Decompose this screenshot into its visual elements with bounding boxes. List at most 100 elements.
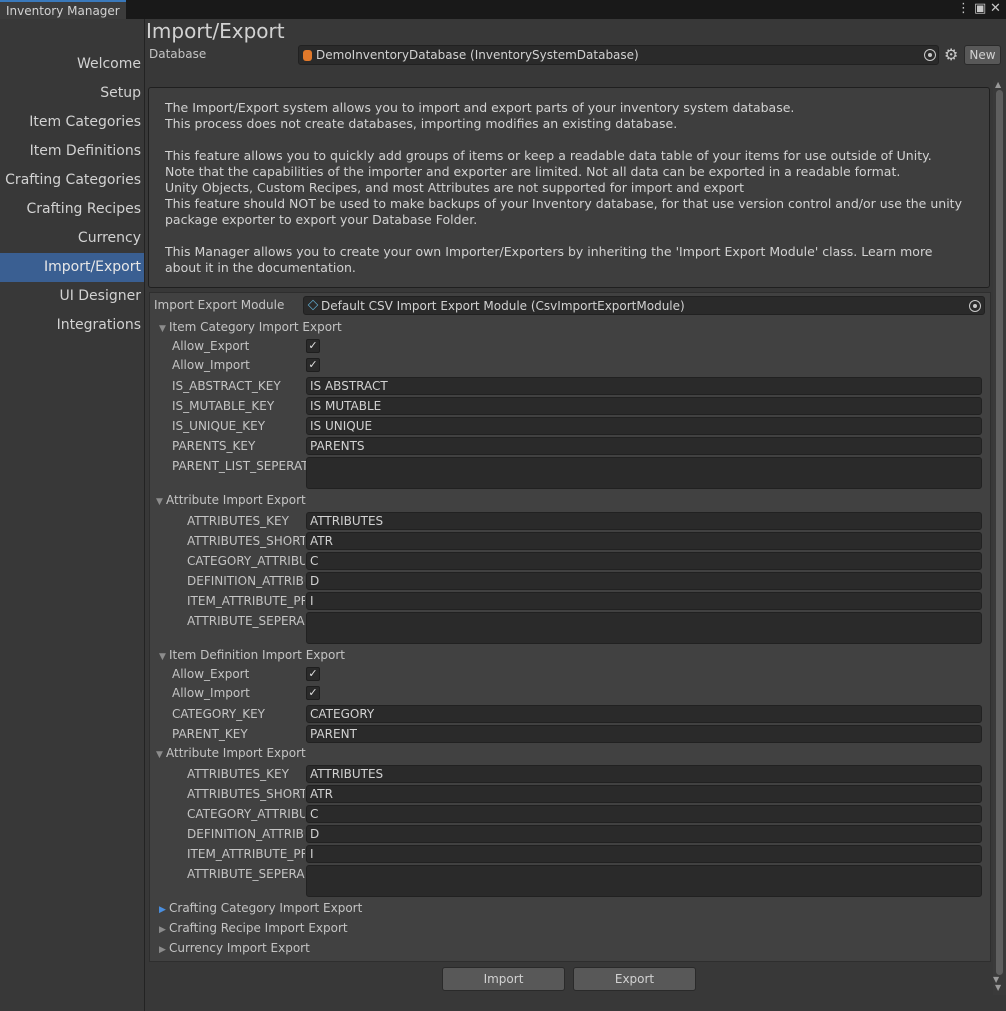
field-label: DEFINITION_ATTRIBU bbox=[187, 574, 305, 588]
allow-export-checkbox[interactable]: ✓ bbox=[306, 339, 320, 353]
text-field[interactable]: C bbox=[306, 805, 982, 823]
text-field[interactable]: IS UNIQUE bbox=[306, 417, 982, 435]
text-field[interactable]: IS MUTABLE bbox=[306, 397, 982, 415]
field-value: IS MUTABLE bbox=[310, 399, 382, 413]
field-value: ATR bbox=[310, 534, 333, 548]
field-value: ATR bbox=[310, 787, 333, 801]
module-label: Import Export Module bbox=[154, 298, 285, 312]
help-line: The Import/Export system allows you to i… bbox=[165, 100, 795, 115]
text-area[interactable] bbox=[306, 457, 982, 489]
database-field[interactable]: DemoInventoryDatabase (InventorySystemDa… bbox=[298, 45, 939, 65]
foldout-open-icon: ▼ bbox=[156, 750, 163, 760]
field-label: PARENT_KEY bbox=[172, 727, 248, 741]
sidebar-item-import-export[interactable]: Import/Export bbox=[0, 253, 144, 282]
field-label: PARENT_LIST_SEPERAT bbox=[172, 459, 306, 473]
export-button[interactable]: Export bbox=[573, 967, 696, 991]
foldout-closed-icon: ▶ bbox=[159, 905, 166, 915]
kebab-menu-icon[interactable]: ⋮ bbox=[957, 1, 970, 17]
attribute-foldout[interactable]: ▼ Attribute Import Export bbox=[156, 493, 306, 507]
text-field[interactable]: PARENT bbox=[306, 725, 982, 743]
crafting-category-foldout[interactable]: ▶ Crafting Category Import Export bbox=[159, 901, 362, 915]
field-value: I bbox=[310, 847, 314, 861]
field-value: ATTRIBUTES bbox=[310, 514, 384, 528]
text-area[interactable] bbox=[306, 612, 982, 644]
text-field[interactable]: ATTRIBUTES bbox=[306, 765, 982, 783]
text-area[interactable] bbox=[306, 865, 982, 897]
field-label: ITEM_ATTRIBUTE_PR bbox=[187, 594, 305, 608]
database-value: DemoInventoryDatabase (InventorySystemDa… bbox=[316, 48, 639, 62]
item-category-foldout[interactable]: ▼ Item Category Import Export bbox=[159, 320, 342, 334]
attribute-foldout[interactable]: ▼ Attribute Import Export bbox=[156, 746, 306, 760]
sidebar-item-currency[interactable]: Currency bbox=[0, 224, 141, 253]
vertical-scrollbar[interactable]: ▲ ▼ bbox=[993, 80, 1006, 995]
sidebar-item-crafting-recipes[interactable]: Crafting Recipes bbox=[0, 195, 141, 224]
gear-icon[interactable]: ⚙ bbox=[944, 46, 958, 64]
field-value: ATTRIBUTES bbox=[310, 767, 384, 781]
sidebar-item-ui-designer[interactable]: UI Designer bbox=[0, 282, 141, 311]
field-value: CATEGORY bbox=[310, 707, 375, 721]
text-field[interactable]: ATTRIBUTES bbox=[306, 512, 982, 530]
object-picker-icon[interactable] bbox=[924, 49, 936, 61]
text-field[interactable]: IS ABSTRACT bbox=[306, 377, 982, 395]
scroll-up-icon[interactable]: ▲ bbox=[995, 80, 1001, 89]
text-field[interactable]: C bbox=[306, 552, 982, 570]
foldout-label: Currency Import Export bbox=[169, 941, 310, 955]
foldout-label: Attribute Import Export bbox=[166, 746, 306, 760]
scroll-down-icon[interactable]: ▼ bbox=[993, 975, 999, 984]
field-label: ATTRIBUTE_SEPERA bbox=[187, 614, 305, 628]
maximize-icon[interactable]: ▣ bbox=[974, 1, 986, 17]
database-label: Database bbox=[149, 47, 207, 61]
scroll-down-icon[interactable]: ▼ bbox=[995, 983, 1001, 992]
sidebar-item-item-definitions[interactable]: Item Definitions bbox=[0, 137, 141, 166]
sidebar-item-setup[interactable]: Setup bbox=[0, 79, 141, 108]
field-value: D bbox=[310, 827, 320, 841]
text-field[interactable]: PARENTS bbox=[306, 437, 982, 455]
field-label: ITEM_ATTRIBUTE_PR bbox=[187, 847, 305, 861]
new-database-button[interactable]: New bbox=[964, 45, 1001, 65]
close-icon[interactable]: ✕ bbox=[990, 1, 1001, 17]
currency-foldout[interactable]: ▶ Currency Import Export bbox=[159, 941, 310, 955]
import-button[interactable]: Import bbox=[442, 967, 565, 991]
field-label: PARENTS_KEY bbox=[172, 439, 256, 453]
crafting-recipe-foldout[interactable]: ▶ Crafting Recipe Import Export bbox=[159, 921, 348, 935]
field-label: IS_MUTABLE_KEY bbox=[172, 399, 275, 413]
help-line: package exporter to export your Database… bbox=[165, 212, 478, 227]
window-tab[interactable]: Inventory Manager bbox=[0, 0, 126, 19]
text-field[interactable]: I bbox=[306, 845, 982, 863]
field-value: C bbox=[310, 554, 319, 568]
field-label: DEFINITION_ATTRIBU bbox=[187, 827, 305, 841]
item-definition-foldout[interactable]: ▼ Item Definition Import Export bbox=[159, 648, 345, 662]
text-field[interactable]: D bbox=[306, 825, 982, 843]
text-field[interactable]: CATEGORY bbox=[306, 705, 982, 723]
help-line: Note that the capabilities of the import… bbox=[165, 164, 901, 179]
allow-import-checkbox[interactable]: ✓ bbox=[306, 358, 320, 372]
field-label: CATEGORY_KEY bbox=[172, 707, 265, 721]
object-picker-icon[interactable] bbox=[969, 300, 981, 312]
help-line: This feature should NOT be used to make … bbox=[165, 196, 962, 211]
sidebar-item-crafting-categories[interactable]: Crafting Categories bbox=[0, 166, 141, 195]
sidebar-item-item-categories[interactable]: Item Categories bbox=[0, 108, 141, 137]
help-line: This feature allows you to quickly add g… bbox=[165, 148, 932, 163]
sidebar-item-welcome[interactable]: Welcome bbox=[0, 50, 141, 79]
scrollbar-thumb[interactable] bbox=[996, 90, 1003, 975]
field-value: IS ABSTRACT bbox=[310, 379, 388, 393]
field-value: PARENTS bbox=[310, 439, 365, 453]
foldout-label: Attribute Import Export bbox=[166, 493, 306, 507]
allow-import-label: Allow_Import bbox=[172, 686, 250, 700]
module-field[interactable]: Default CSV Import Export Module (CsvImp… bbox=[303, 296, 985, 315]
allow-import-checkbox[interactable]: ✓ bbox=[306, 686, 320, 700]
script-icon bbox=[307, 299, 319, 311]
foldout-label: Crafting Category Import Export bbox=[169, 901, 363, 915]
text-field[interactable]: ATR bbox=[306, 785, 982, 803]
text-field[interactable]: D bbox=[306, 572, 982, 590]
window-tab-bar: Inventory Manager ⋮ ▣ ✕ bbox=[0, 0, 1006, 19]
help-line: This Manager allows you to create your o… bbox=[165, 244, 933, 259]
foldout-open-icon: ▼ bbox=[159, 324, 166, 334]
field-label: IS_ABSTRACT_KEY bbox=[172, 379, 281, 393]
sidebar-item-integrations[interactable]: Integrations bbox=[0, 311, 141, 340]
field-label: IS_UNIQUE_KEY bbox=[172, 419, 266, 433]
text-field[interactable]: ATR bbox=[306, 532, 982, 550]
allow-export-checkbox[interactable]: ✓ bbox=[306, 667, 320, 681]
foldout-closed-icon: ▶ bbox=[159, 925, 166, 935]
text-field[interactable]: I bbox=[306, 592, 982, 610]
